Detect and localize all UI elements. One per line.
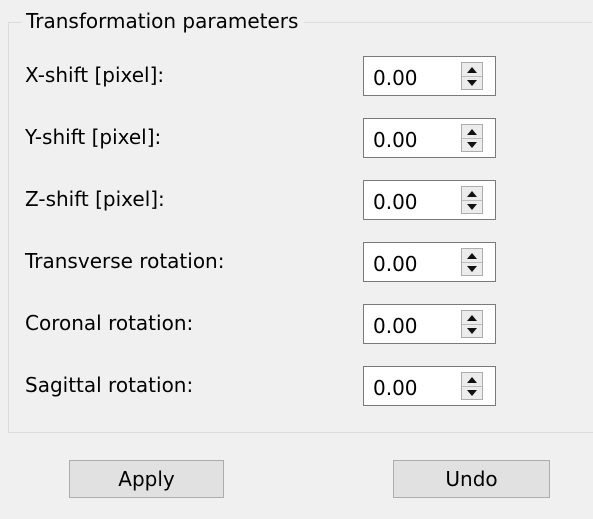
spin-buttons	[461, 186, 483, 214]
triangle-down-icon	[467, 389, 477, 396]
transformation-panel: Transformation parameters X-shift [pixel…	[0, 0, 593, 519]
x-shift-increment-button[interactable]	[462, 63, 482, 77]
coronal-rotation-increment-button[interactable]	[462, 311, 482, 325]
param-row-coronal-rotation: Coronal rotation: 0.00	[0, 304, 593, 344]
param-row-transverse-rotation: Transverse rotation: 0.00	[0, 242, 593, 282]
z-shift-value[interactable]: 0.00	[373, 189, 418, 215]
transverse-rotation-decrement-button[interactable]	[462, 262, 482, 275]
triangle-up-icon	[467, 376, 477, 383]
transverse-rotation-increment-button[interactable]	[462, 249, 482, 263]
z-shift-increment-button[interactable]	[462, 187, 482, 201]
spin-buttons	[461, 62, 483, 90]
triangle-up-icon	[467, 128, 477, 135]
transverse-rotation-value[interactable]: 0.00	[373, 251, 418, 277]
param-row-sagittal-rotation: Sagittal rotation: 0.00	[0, 366, 593, 406]
sagittal-rotation-increment-button[interactable]	[462, 373, 482, 387]
x-shift-decrement-button[interactable]	[462, 76, 482, 89]
y-shift-value[interactable]: 0.00	[373, 127, 418, 153]
spin-buttons	[461, 124, 483, 152]
x-shift-spinbox[interactable]: 0.00	[363, 56, 496, 96]
triangle-down-icon	[467, 141, 477, 148]
sagittal-rotation-label: Sagittal rotation:	[25, 373, 194, 397]
y-shift-decrement-button[interactable]	[462, 138, 482, 151]
z-shift-decrement-button[interactable]	[462, 200, 482, 213]
apply-button[interactable]: Apply	[69, 460, 224, 498]
spin-buttons	[461, 310, 483, 338]
param-row-z-shift: Z-shift [pixel]: 0.00	[0, 180, 593, 220]
y-shift-increment-button[interactable]	[462, 125, 482, 139]
param-row-x-shift: X-shift [pixel]: 0.00	[0, 56, 593, 96]
triangle-up-icon	[467, 190, 477, 197]
triangle-up-icon	[467, 314, 477, 321]
triangle-down-icon	[467, 203, 477, 210]
sagittal-rotation-spinbox[interactable]: 0.00	[363, 366, 496, 406]
y-shift-spinbox[interactable]: 0.00	[363, 118, 496, 158]
groupbox-title: Transformation parameters	[22, 8, 305, 34]
coronal-rotation-spinbox[interactable]: 0.00	[363, 304, 496, 344]
triangle-up-icon	[467, 252, 477, 259]
sagittal-rotation-value[interactable]: 0.00	[373, 375, 418, 401]
spin-buttons	[461, 248, 483, 276]
triangle-down-icon	[467, 79, 477, 86]
x-shift-label: X-shift [pixel]:	[25, 63, 165, 87]
coronal-rotation-decrement-button[interactable]	[462, 324, 482, 337]
triangle-down-icon	[467, 327, 477, 334]
coronal-rotation-label: Coronal rotation:	[25, 311, 194, 335]
param-row-y-shift: Y-shift [pixel]: 0.00	[0, 118, 593, 158]
y-shift-label: Y-shift [pixel]:	[25, 125, 162, 149]
z-shift-label: Z-shift [pixel]:	[25, 187, 165, 211]
triangle-up-icon	[467, 66, 477, 73]
triangle-down-icon	[467, 265, 477, 272]
spin-buttons	[461, 372, 483, 400]
transverse-rotation-label: Transverse rotation:	[25, 249, 225, 273]
x-shift-value[interactable]: 0.00	[373, 65, 418, 91]
undo-button[interactable]: Undo	[393, 460, 550, 498]
transverse-rotation-spinbox[interactable]: 0.00	[363, 242, 496, 282]
coronal-rotation-value[interactable]: 0.00	[373, 313, 418, 339]
divider	[8, 432, 593, 433]
z-shift-spinbox[interactable]: 0.00	[363, 180, 496, 220]
sagittal-rotation-decrement-button[interactable]	[462, 386, 482, 399]
